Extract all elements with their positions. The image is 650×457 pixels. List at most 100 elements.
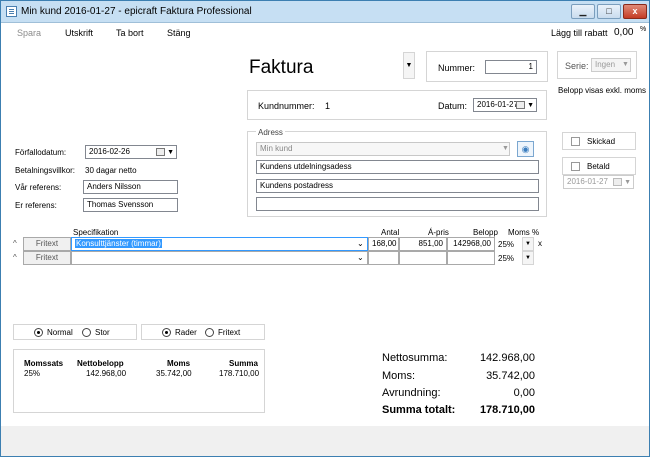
unit-price-input[interactable]: 851,00 (399, 237, 447, 251)
normal-radio[interactable] (34, 328, 43, 337)
series-panel: Serie: Ingen ▼ (557, 51, 637, 79)
document-type-dropdown[interactable]: ▼ (403, 52, 415, 79)
paid-toggle[interactable]: Betald (562, 157, 636, 175)
calendar-icon (613, 178, 622, 186)
paid-checkbox[interactable] (571, 162, 580, 171)
address-line-3[interactable] (256, 197, 539, 211)
series-label: Serie: (565, 61, 589, 71)
amount-value[interactable] (447, 251, 495, 265)
minimize-button[interactable]: ▁ (571, 4, 595, 19)
our-reference-input[interactable]: Anders Nilsson (83, 180, 178, 194)
date-label: Datum: (438, 101, 468, 111)
specification-input[interactable] (71, 251, 368, 265)
customer-lookup-icon[interactable]: ◉ (517, 141, 534, 157)
paid-date-picker[interactable]: 2016-01-27 ▼ (563, 175, 634, 189)
paid-label: Betald (587, 162, 610, 171)
invoice-date-picker[interactable]: 2016-01-27 ▼ (473, 98, 537, 112)
title-bar: Min kund 2016-01-27 - epicraft Faktura P… (1, 1, 649, 23)
specification-input[interactable]: Konsulttjänster (timmar) (71, 237, 368, 251)
app-window: Min kund 2016-01-27 - epicraft Faktura P… (0, 0, 650, 457)
vat-summary-panel: Momssats Nettobelopp Moms Summa 25% 142.… (13, 349, 265, 413)
due-date-label: Förfallodatum: (15, 148, 67, 157)
due-date-picker[interactable]: 2016-02-26 ▼ (85, 145, 177, 159)
chevron-down-icon[interactable]: ⌄ (357, 239, 364, 248)
customer-number-value: 1 (325, 101, 331, 111)
quantity-input[interactable]: 168,00 (368, 237, 399, 251)
col-amount: Belopp (473, 228, 498, 237)
net-amount-value: 142.968,00 (86, 369, 127, 378)
size-option-group: Normal Stor (13, 324, 137, 340)
col-vat: Moms % (508, 228, 540, 237)
move-up-icon[interactable]: ^ (13, 253, 17, 262)
calendar-icon (516, 101, 525, 109)
document-type-title: Faktura (249, 57, 314, 78)
rows-label: Rader (175, 328, 197, 337)
address-line-1[interactable]: Kundens utdelningsadess (256, 160, 539, 174)
save-button[interactable]: Spara (17, 28, 41, 38)
sent-toggle[interactable]: Skickad (562, 132, 636, 150)
vat-dropdown[interactable]: ▼ (522, 251, 534, 265)
vat-amount-value: 35.742,00 (156, 369, 192, 378)
rows-radio[interactable] (162, 328, 171, 337)
sent-label: Skickad (587, 137, 616, 146)
our-reference-label: Vår referens: (15, 183, 62, 192)
invoice-number-input[interactable]: 1 (485, 60, 537, 74)
delete-row-icon[interactable]: x (538, 239, 542, 248)
specification-value: Konsulttjänster (timmar) (75, 239, 162, 248)
customer-select[interactable]: Min kund (256, 142, 510, 156)
chevron-down-icon[interactable]: ⌄ (357, 253, 364, 262)
payment-terms-value[interactable]: 30 dagar netto (85, 166, 137, 175)
vat-total-label: Moms: (382, 370, 415, 382)
number-label: Nummer: (438, 63, 476, 73)
chevron-down-icon: ▼ (167, 149, 174, 156)
address-line-2[interactable]: Kundens postadress (256, 179, 539, 193)
freetext-button[interactable]: Fritext (23, 251, 71, 265)
window-title: Min kund 2016-01-27 - epicraft Faktura P… (21, 6, 252, 17)
number-panel: Nummer: 1 (426, 51, 548, 82)
print-button[interactable]: Utskrift (65, 28, 93, 38)
mode-option-group: Rader Fritext (141, 324, 265, 340)
close-button[interactable]: x (623, 4, 647, 19)
vat-dropdown[interactable]: ▼ (522, 237, 534, 251)
sent-checkbox[interactable] (571, 137, 580, 146)
net-total-value: 142.968,00 (479, 352, 535, 364)
col-unit-price: Á-pris (428, 228, 449, 237)
paid-date-value: 2016-01-27 (567, 177, 608, 186)
net-amount-header: Nettobelopp (77, 359, 124, 368)
unit-price-input[interactable] (399, 251, 447, 265)
freetext-button[interactable]: Fritext (23, 237, 71, 251)
move-up-icon[interactable]: ^ (13, 239, 17, 248)
app-icon (6, 6, 17, 17)
vat-value[interactable]: 25% (498, 240, 514, 249)
discount-value[interactable]: 0,00 (614, 27, 633, 38)
discount-unit: % (640, 26, 647, 33)
vat-rate-header: Momssats (24, 359, 64, 368)
chevron-down-icon: ▼ (527, 102, 534, 109)
vat-rate-value: 25% (24, 369, 41, 378)
grand-total-value: 178.710,00 (479, 404, 535, 416)
vat-value[interactable]: 25% (498, 254, 514, 263)
amount-value[interactable]: 142968,00 (447, 237, 495, 251)
maximize-button[interactable]: □ (597, 4, 621, 19)
freetext-radio[interactable] (205, 328, 214, 337)
grand-total-label: Summa totalt: (382, 404, 456, 416)
your-reference-label: Er referens: (15, 201, 57, 210)
large-radio[interactable] (82, 328, 91, 337)
rounding-label: Avrundning: (382, 387, 441, 399)
calendar-icon (156, 148, 165, 156)
your-reference-input[interactable]: Thomas Svensson (83, 198, 178, 212)
series-dropdown-icon: ▼ (622, 61, 629, 68)
net-total-label: Nettosumma: (382, 352, 448, 364)
quantity-input[interactable] (368, 251, 399, 265)
delete-button[interactable]: Ta bort (116, 28, 144, 38)
customer-dropdown-icon: ▼ (502, 145, 509, 152)
col-quantity: Antal (381, 228, 400, 237)
sum-header: Summa (229, 359, 258, 368)
vat-header: Moms (167, 359, 191, 368)
freetext-label: Fritext (218, 328, 241, 337)
close-invoice-button[interactable]: Stäng (167, 28, 191, 38)
toolbar: Spara Utskrift Ta bort Stäng Lägg till r… (1, 23, 649, 43)
customer-number-label: Kundnummer: (258, 101, 315, 111)
amount-note: Belopp visas exkl. moms (558, 86, 647, 95)
normal-label: Normal (47, 328, 73, 337)
